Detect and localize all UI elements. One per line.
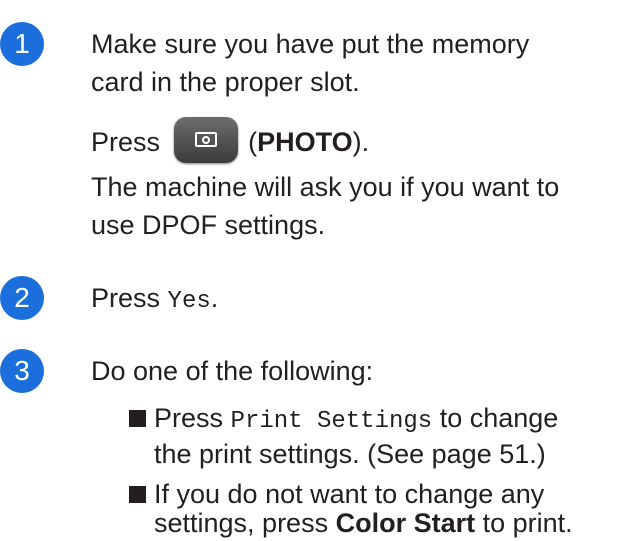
press-text: Press	[91, 127, 161, 157]
bullet-square	[129, 486, 146, 503]
step-1-press-line: Press (PHOTO).	[91, 117, 369, 163]
press-text: Press	[91, 283, 161, 313]
step-number-3: 3	[0, 349, 44, 393]
step-2-line: Press Yes.	[91, 279, 218, 321]
photo-label: PHOTO	[257, 127, 353, 157]
step-1-line-5: use DPOF settings.	[91, 210, 326, 240]
bullet-square	[129, 410, 146, 427]
print-settings-label: Print Settings	[230, 408, 433, 435]
yes-button-label: Yes	[167, 288, 211, 315]
color-start-label: Color Start	[335, 508, 476, 538]
bullet-2-prefix: settings, press	[154, 508, 329, 538]
bullet-2-line-2: settings, press Color Start to print.	[154, 505, 573, 541]
step-1-line-4: The machine will ask you if you want to	[91, 172, 560, 202]
step-number-2: 2	[0, 276, 44, 320]
paren-open: (	[248, 127, 258, 157]
step-number-1: 1	[0, 22, 44, 66]
camera-lens	[201, 136, 210, 144]
camera-icon	[194, 132, 217, 147]
paren-close: ).	[352, 127, 370, 157]
step-1-line-2: card in the proper slot.	[91, 67, 360, 97]
step-3-intro: Do one of the following:	[91, 356, 374, 386]
bullet-2-suffix: to print.	[482, 508, 573, 538]
bullet-1-suffix: to change	[439, 403, 559, 433]
bullet-1-line-2: the print settings. (See page 51.)	[154, 439, 546, 469]
photo-button[interactable]	[173, 117, 238, 163]
period: .	[210, 283, 219, 313]
bullet-1-line-1: Press Print Settings to change	[154, 400, 558, 440]
press-text: Press	[154, 403, 224, 433]
step-1-line-1: Make sure you have put the memory	[91, 29, 530, 59]
